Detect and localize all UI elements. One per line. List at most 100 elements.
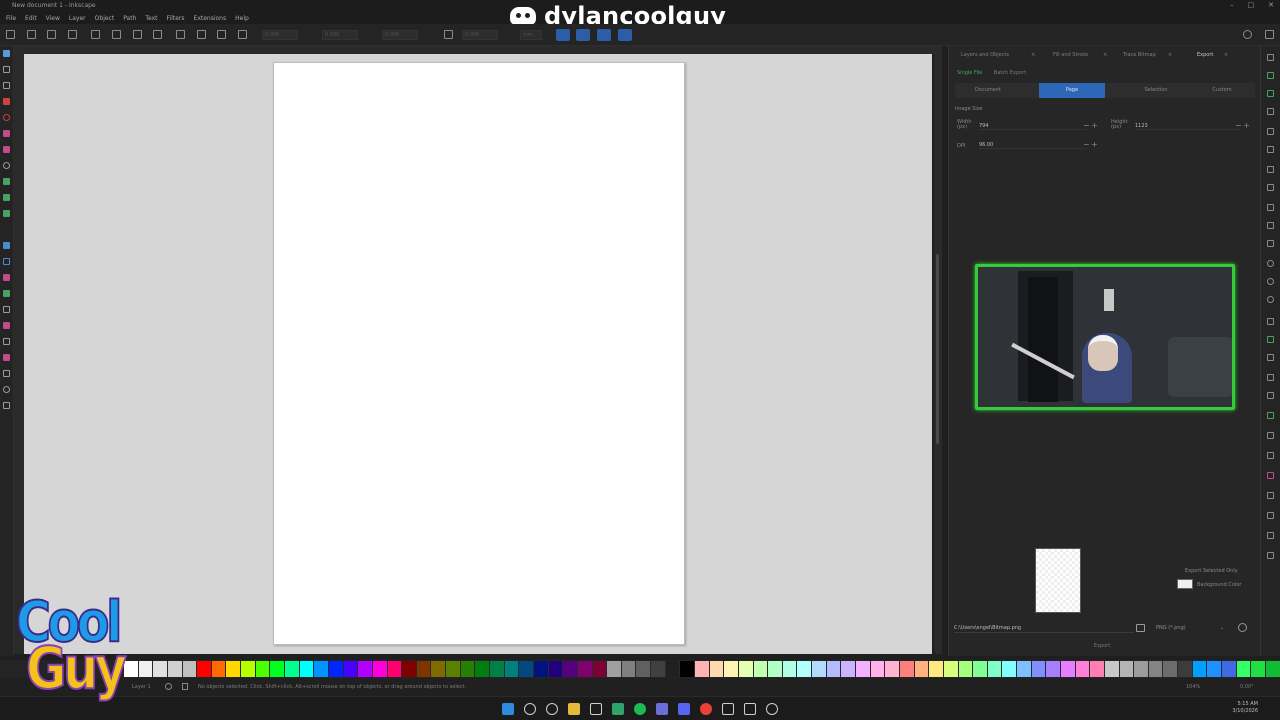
- palette-swatch[interactable]: [607, 661, 622, 677]
- measure-tool-icon[interactable]: [3, 370, 10, 377]
- palette-swatch[interactable]: [1104, 661, 1120, 677]
- menu-edit[interactable]: Edit: [25, 15, 37, 22]
- close-button[interactable]: ✕: [1268, 1, 1274, 9]
- vertical-scrollbar[interactable]: [934, 54, 942, 654]
- batch-export-tab[interactable]: Batch Export: [994, 70, 1026, 76]
- x-field[interactable]: 0.000: [262, 30, 298, 40]
- palette-swatch[interactable]: [870, 661, 886, 677]
- palette-swatch[interactable]: [519, 661, 534, 677]
- palette-swatch[interactable]: [1046, 661, 1061, 677]
- lower-icon[interactable]: [197, 30, 206, 39]
- dpi-plus-button[interactable]: +: [1091, 141, 1098, 149]
- menu-extensions[interactable]: Extensions: [194, 15, 227, 22]
- tweak-tool-icon[interactable]: [3, 82, 10, 89]
- menu-layer[interactable]: Layer: [69, 15, 86, 22]
- lock-layer-icon[interactable]: [182, 683, 188, 690]
- menu-file[interactable]: File: [6, 15, 16, 22]
- connector-tool-icon[interactable]: [3, 338, 10, 345]
- tab-layers-and-objects[interactable]: Layers and Objects: [961, 52, 1009, 58]
- tab-close-icon[interactable]: ×: [1168, 52, 1172, 58]
- menu-filters[interactable]: Filters: [167, 15, 185, 22]
- tab-close-icon[interactable]: ×: [1103, 52, 1107, 58]
- palette-swatch[interactable]: [167, 661, 183, 677]
- clone-icon[interactable]: [1267, 336, 1274, 343]
- star-tool-icon[interactable]: [3, 130, 10, 137]
- palette-swatch[interactable]: [724, 661, 739, 677]
- pen-tool-icon[interactable]: [3, 178, 10, 185]
- palette-swatch[interactable]: [1148, 661, 1164, 677]
- save-icon[interactable]: [1267, 90, 1274, 97]
- units-select[interactable]: mm: [520, 30, 542, 40]
- palette-swatch[interactable]: [416, 661, 432, 677]
- export-icon[interactable]: [1267, 146, 1274, 153]
- duplicate-icon[interactable]: [1267, 318, 1274, 325]
- palette-swatch[interactable]: [153, 661, 168, 677]
- 3d-box-tool-icon[interactable]: [3, 146, 10, 153]
- calligraphy-tool-icon[interactable]: [3, 210, 10, 217]
- palette-swatch[interactable]: [1031, 661, 1047, 677]
- dpi-input[interactable]: 96.00: [979, 141, 1087, 149]
- palette-swatch[interactable]: [651, 661, 666, 677]
- width-minus-button[interactable]: −: [1083, 122, 1090, 130]
- palette-swatch[interactable]: [738, 661, 754, 677]
- eraser-tool-icon[interactable]: [3, 306, 10, 313]
- document-properties-icon[interactable]: [1267, 512, 1274, 519]
- height-input[interactable]: 1123: [1135, 122, 1241, 130]
- unlink-clone-icon[interactable]: [1267, 354, 1274, 361]
- text-tool-icon[interactable]: [3, 226, 10, 233]
- palette-swatch[interactable]: [475, 661, 491, 677]
- palette-swatch[interactable]: [577, 661, 593, 677]
- preferences-icon[interactable]: [1267, 532, 1274, 539]
- new-document-icon[interactable]: [1267, 54, 1274, 61]
- menu-view[interactable]: View: [46, 15, 60, 22]
- height-minus-button[interactable]: −: [1235, 122, 1242, 130]
- discord-taskbar-icon[interactable]: [678, 703, 690, 715]
- tab-export[interactable]: Export: [1197, 52, 1213, 58]
- palette-swatch[interactable]: [899, 661, 915, 677]
- palette-swatch[interactable]: [197, 661, 212, 677]
- search-icon[interactable]: [524, 703, 536, 715]
- palette-swatch[interactable]: [460, 661, 476, 677]
- y-field[interactable]: 0.000: [322, 30, 358, 40]
- mesh-tool-icon[interactable]: [3, 258, 10, 265]
- segment-custom[interactable]: Custom: [1189, 83, 1255, 98]
- palette-swatch[interactable]: [387, 661, 403, 677]
- zoom-level[interactable]: 104%: [1186, 684, 1200, 690]
- export-settings-gear-icon[interactable]: [1238, 623, 1247, 632]
- palette-swatch[interactable]: [211, 661, 227, 677]
- palette-swatch[interactable]: [680, 661, 695, 677]
- palette-swatch[interactable]: [314, 661, 329, 677]
- palette-swatch[interactable]: [753, 661, 769, 677]
- pages-tool-icon[interactable]: [3, 354, 10, 361]
- export-button[interactable]: Export: [1090, 642, 1114, 651]
- media-icon[interactable]: [722, 703, 734, 715]
- preferences-icon[interactable]: [1265, 30, 1274, 39]
- move-gradients-toggle[interactable]: [597, 29, 611, 41]
- export-selected-only-checkbox[interactable]: Export Selected Only: [1185, 568, 1238, 574]
- palette-swatch[interactable]: [226, 661, 242, 677]
- palette-swatch[interactable]: [1002, 661, 1018, 677]
- lower-to-bottom-icon[interactable]: [217, 30, 226, 39]
- app-icon[interactable]: [612, 703, 624, 715]
- palette-swatch[interactable]: [987, 661, 1003, 677]
- palette-swatch[interactable]: [241, 661, 256, 677]
- select-all-icon[interactable]: [6, 30, 15, 39]
- open-file-icon[interactable]: [1267, 72, 1274, 79]
- palette-swatch[interactable]: [958, 661, 974, 677]
- more-icon[interactable]: [1267, 552, 1274, 559]
- zoom-drawing-icon[interactable]: [1267, 278, 1274, 285]
- maximize-button[interactable]: □: [1248, 1, 1255, 9]
- export-filename-input[interactable]: C:\Users\engel\Bitmap.png: [954, 623, 1134, 633]
- node-tool-icon[interactable]: [3, 66, 10, 73]
- palette-swatch[interactable]: [446, 661, 461, 677]
- start-icon[interactable]: [502, 703, 514, 715]
- export-format-select[interactable]: PNG (*.png) ⌄: [1152, 623, 1230, 633]
- widgets-icon[interactable]: [546, 703, 558, 715]
- menu-object[interactable]: Object: [95, 15, 115, 22]
- menu-help[interactable]: Help: [235, 15, 249, 22]
- palette-swatch[interactable]: [1178, 661, 1193, 677]
- move-patterns-toggle[interactable]: [618, 29, 632, 41]
- palette-swatch[interactable]: [533, 661, 549, 677]
- zoom-tool-icon[interactable]: [3, 386, 10, 393]
- palette-swatch[interactable]: [826, 661, 842, 677]
